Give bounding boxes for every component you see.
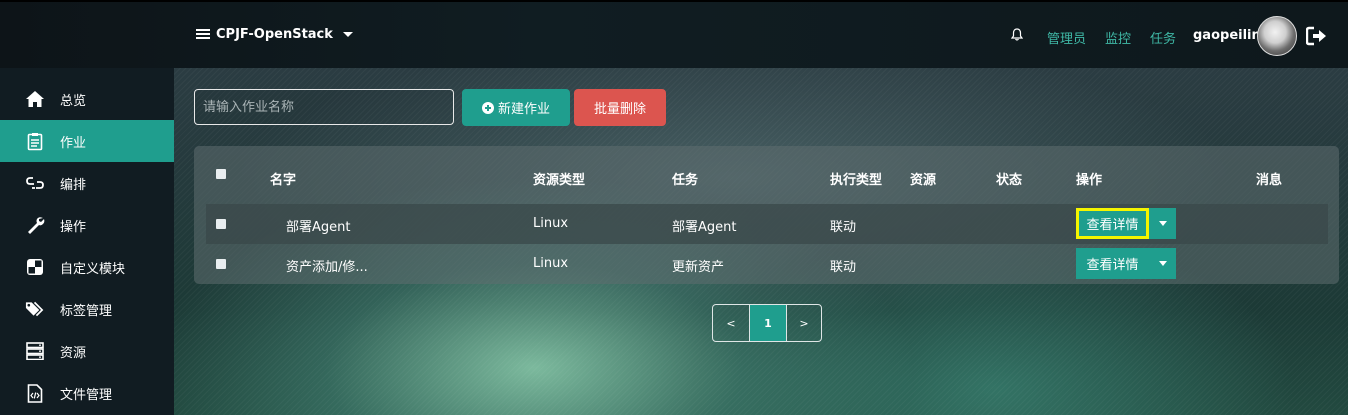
cell-task: 更新资产 xyxy=(672,260,725,275)
column-header-message: 消息 xyxy=(1256,173,1283,188)
next-page-button[interactable]: > xyxy=(786,305,821,341)
sidebar-item-label: 文件管理 xyxy=(60,387,113,403)
select-all-checkbox[interactable] xyxy=(216,169,226,179)
sidebar-item-custom-modules[interactable]: 自定义模块 xyxy=(0,246,174,288)
logout-icon[interactable] xyxy=(1306,26,1328,46)
sidebar-item-label: 作业 xyxy=(60,135,87,151)
cell-exec-type: 联动 xyxy=(830,260,857,275)
actions-dropdown-button[interactable] xyxy=(1149,248,1176,279)
pagination: < 1 > xyxy=(712,304,822,342)
column-header-status: 状态 xyxy=(996,173,1023,188)
column-header-task: 任务 xyxy=(672,173,699,188)
sidebar-item-orchestration[interactable]: 编排 xyxy=(0,162,174,204)
link-icon xyxy=(25,173,45,193)
search-input[interactable] xyxy=(194,89,454,125)
sidebar: 总览 作业 编排 操作 自定义模块 标签管理 资源 文件管理 xyxy=(0,68,174,415)
cell-resource-type: Linux xyxy=(533,216,569,231)
column-header-resource: 资源 xyxy=(910,173,937,188)
row-checkbox[interactable] xyxy=(216,259,226,269)
cell-task: 部署Agent xyxy=(672,220,737,235)
column-header-resource-type: 资源类型 xyxy=(533,173,586,188)
file-code-icon xyxy=(25,383,45,403)
new-job-button[interactable]: 新建作业 xyxy=(462,89,570,126)
view-details-label: 查看详情 xyxy=(1086,258,1139,273)
plus-circle-icon xyxy=(481,101,494,114)
avatar[interactable] xyxy=(1257,16,1297,56)
bell-icon[interactable] xyxy=(1011,28,1023,41)
prev-page-button[interactable]: < xyxy=(713,305,750,341)
project-selector[interactable]: CPJF-OpenStack xyxy=(196,27,353,42)
quadrant-icon xyxy=(25,257,45,277)
sidebar-item-label: 资源 xyxy=(60,345,87,361)
list-icon xyxy=(196,29,210,40)
clipboard-icon xyxy=(25,131,45,151)
column-header-name: 名字 xyxy=(270,173,297,188)
caret-down-icon xyxy=(1158,261,1167,266)
sidebar-item-overview[interactable]: 总览 xyxy=(0,78,174,120)
caret-down-icon xyxy=(342,32,353,37)
view-details-label: 查看详情 xyxy=(1086,218,1139,233)
sidebar-item-label: 标签管理 xyxy=(60,303,113,319)
view-details-button[interactable]: 查看详情 xyxy=(1076,208,1149,239)
sidebar-item-tags[interactable]: 标签管理 xyxy=(0,288,174,330)
main-content: 新建作业 批量删除 名字 资源类型 任务 执行类型 资源 状态 操作 消息 部署… xyxy=(174,68,1348,415)
new-job-label: 新建作业 xyxy=(497,102,550,117)
view-details-button[interactable]: 查看详情 xyxy=(1076,248,1149,279)
wrench-icon xyxy=(25,215,45,235)
batch-delete-button[interactable]: 批量删除 xyxy=(574,89,666,126)
tags-icon xyxy=(25,299,45,319)
column-header-action: 操作 xyxy=(1076,173,1103,188)
sidebar-item-file-management[interactable]: 文件管理 xyxy=(0,372,174,414)
row-checkbox[interactable] xyxy=(216,219,226,229)
nav-link-monitor[interactable]: 监控 xyxy=(1105,28,1131,47)
home-icon xyxy=(25,89,45,109)
cell-name: 部署Agent xyxy=(286,220,351,235)
sidebar-item-label: 编排 xyxy=(60,177,87,193)
server-icon xyxy=(25,341,45,361)
sidebar-item-jobs[interactable]: 作业 xyxy=(0,120,174,162)
column-header-exec-type: 执行类型 xyxy=(830,173,883,188)
cell-name: 资产添加/修... xyxy=(286,260,368,275)
sidebar-item-resources[interactable]: 资源 xyxy=(0,330,174,372)
sidebar-item-label: 操作 xyxy=(60,219,87,235)
sidebar-item-label: 自定义模块 xyxy=(60,261,126,277)
caret-down-icon xyxy=(1158,221,1167,226)
nav-link-admin[interactable]: 管理员 xyxy=(1047,28,1086,47)
username[interactable]: gaopeilin xyxy=(1193,28,1261,43)
project-name: CPJF-OpenStack xyxy=(216,27,333,42)
cell-exec-type: 联动 xyxy=(830,220,857,235)
sidebar-item-label: 总览 xyxy=(60,93,87,109)
current-page-button[interactable]: 1 xyxy=(750,305,786,341)
top-navbar: CPJF-OpenStack 管理员 监控 任务 gaopeilin xyxy=(0,0,1348,68)
cell-resource-type: Linux xyxy=(533,256,569,271)
nav-link-tasks[interactable]: 任务 xyxy=(1150,28,1176,47)
sidebar-item-operations[interactable]: 操作 xyxy=(0,204,174,246)
batch-delete-label: 批量删除 xyxy=(593,102,646,117)
actions-dropdown-button[interactable] xyxy=(1149,208,1176,239)
